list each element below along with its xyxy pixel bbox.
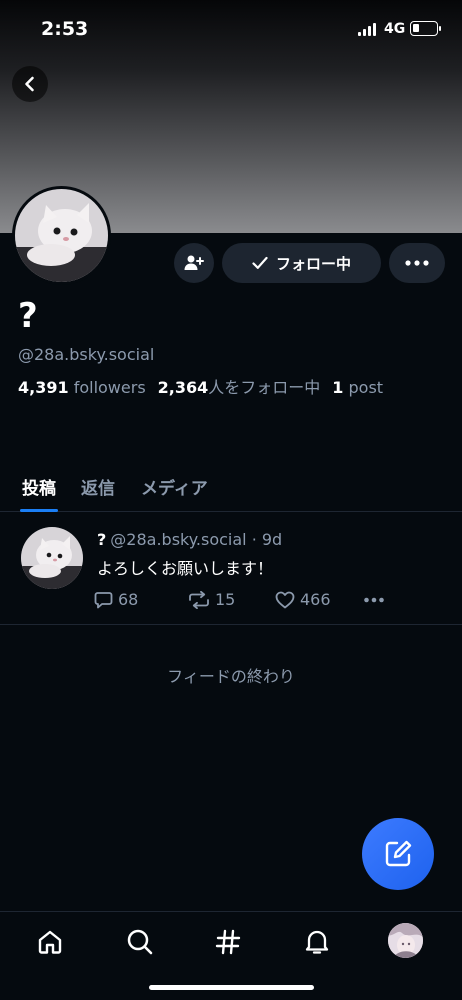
like-button[interactable]: 466: [275, 590, 331, 609]
back-button[interactable]: [12, 66, 48, 102]
feed-end-text: フィードの終わり: [167, 667, 295, 686]
feed-post[interactable]: ? @28a.bsky.social · 9d よろしくお願いします！ 68 15…: [0, 513, 462, 625]
following-count: 2,364: [157, 378, 209, 397]
tab-posts[interactable]: 投稿: [22, 474, 56, 499]
battery-icon: [410, 21, 441, 36]
following-button-label: フォロー中: [275, 254, 351, 273]
repost-icon: [189, 590, 209, 609]
post-author-handle[interactable]: @28a.bsky.social: [110, 530, 246, 549]
repost-count: 15: [215, 590, 236, 609]
following-stat[interactable]: 2,364人をフォロー中: [158, 378, 321, 397]
reply-icon: [94, 591, 113, 608]
post-time: · 9d: [251, 530, 283, 549]
chevron-left-icon: [25, 76, 34, 92]
more-icon: [405, 260, 429, 266]
posts-count: 1: [332, 378, 344, 397]
reply-button[interactable]: 68: [94, 590, 138, 609]
more-options-button[interactable]: [389, 243, 445, 283]
bottom-navigation: [0, 911, 462, 1000]
followers-stat[interactable]: 4,391 followers: [18, 378, 146, 397]
following-button[interactable]: フォロー中: [222, 243, 381, 283]
post-text: よろしくお願いします！: [97, 559, 274, 578]
post-actions: 68 15 466: [94, 590, 394, 612]
more-icon: [364, 597, 384, 603]
tab-replies[interactable]: 返信: [81, 474, 115, 499]
post-avatar[interactable]: [21, 527, 83, 589]
post-more-button[interactable]: [364, 597, 384, 603]
hashtag-icon: [215, 929, 241, 955]
repost-button[interactable]: 15: [188, 590, 235, 609]
nav-feeds[interactable]: [208, 922, 248, 962]
nav-notifications[interactable]: [297, 922, 337, 962]
like-icon: [275, 591, 295, 608]
status-time: 2:53: [41, 18, 89, 40]
posts-stat: 1 post: [332, 378, 383, 397]
followers-label: followers: [73, 378, 146, 397]
compose-button[interactable]: [362, 818, 434, 890]
following-label: 人をフォロー中: [208, 378, 321, 397]
followers-count: 4,391: [18, 378, 69, 397]
profile-tabs: 投稿 返信 メディア: [0, 466, 462, 512]
profile-avatar[interactable]: [12, 186, 111, 285]
battery-level: [413, 24, 419, 32]
tab-media[interactable]: メディア: [141, 474, 208, 499]
profile-handle: @28a.bsky.social: [18, 345, 155, 364]
post-author-name[interactable]: ?: [97, 530, 106, 549]
add-user-button[interactable]: [174, 243, 214, 283]
profile-stats: 4,391 followers 2,364人をフォロー中 1 post: [18, 374, 383, 398]
home-icon: [38, 930, 62, 954]
post-meta: ? @28a.bsky.social · 9d: [97, 530, 282, 549]
compose-icon: [385, 840, 412, 867]
checkmark-icon: [252, 256, 268, 269]
network-label: 4G: [384, 21, 406, 37]
display-name: ?: [18, 296, 38, 336]
status-bar: 2:53 4G: [0, 0, 462, 56]
avatar[interactable]: [388, 923, 423, 958]
posts-label: post: [348, 378, 384, 397]
signal-icon: [358, 23, 378, 36]
home-indicator: [149, 985, 314, 990]
like-count: 466: [300, 590, 331, 609]
nav-search[interactable]: [120, 922, 160, 962]
nav-home[interactable]: [30, 922, 70, 962]
search-icon: [127, 929, 153, 955]
notifications-icon: [305, 930, 329, 954]
active-tab-indicator: [20, 509, 58, 512]
reply-count: 68: [118, 590, 139, 609]
add-user-icon: [184, 255, 204, 270]
